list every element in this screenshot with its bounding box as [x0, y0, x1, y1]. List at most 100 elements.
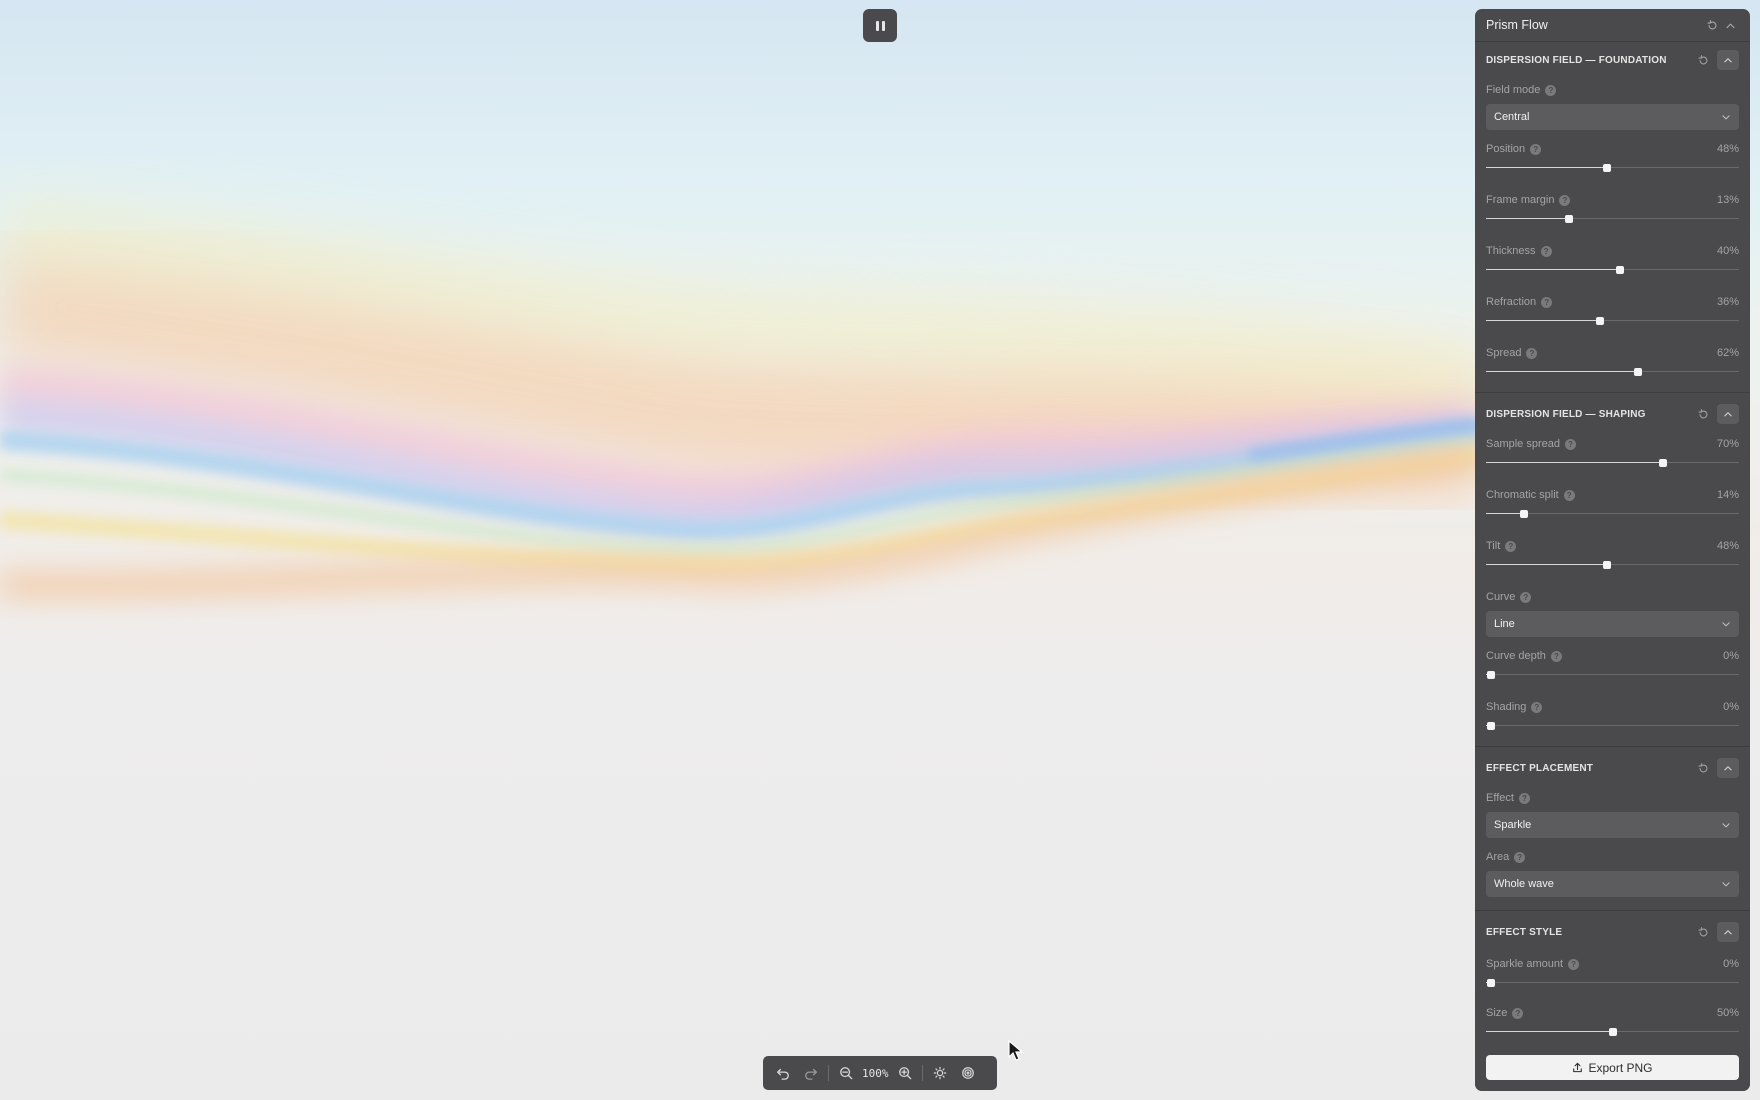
chevron-down-icon	[1722, 622, 1730, 627]
sparkle-amount-slider[interactable]	[1486, 975, 1739, 991]
redo-button[interactable]	[797, 1059, 825, 1087]
slider-thumb[interactable]	[1565, 215, 1574, 223]
help-icon[interactable]: ?	[1520, 591, 1532, 603]
zoom-level[interactable]: 100%	[860, 1067, 891, 1080]
control-value: 36%	[1716, 296, 1739, 308]
brightness-icon	[933, 1066, 946, 1080]
control-area: Area? Whole wave	[1486, 844, 1739, 910]
section-header: EFFECT STYLE	[1486, 915, 1739, 949]
help-icon[interactable]: ?	[1530, 143, 1542, 155]
upload-icon	[1573, 1062, 1583, 1073]
slider-thumb[interactable]	[1616, 266, 1625, 274]
control-position: Position? 48%	[1486, 136, 1739, 187]
chromatic-split-slider[interactable]	[1486, 506, 1739, 522]
help-icon[interactable]: ?	[1565, 438, 1576, 450]
sample-spread-slider[interactable]	[1486, 455, 1739, 471]
toolbar-divider	[921, 1065, 923, 1081]
control-shading: Shading? 0%	[1486, 694, 1739, 746]
control-value: 40%	[1716, 245, 1739, 257]
slider-thumb[interactable]	[1595, 317, 1604, 325]
size-slider[interactable]	[1486, 1024, 1739, 1040]
spread-slider[interactable]	[1486, 364, 1739, 380]
control-chromatic-split: Chromatic split? 14%	[1486, 482, 1739, 533]
help-icon[interactable]: ?	[1563, 489, 1575, 501]
pause-button[interactable]	[863, 9, 897, 42]
mouse-cursor-icon	[1008, 1040, 1024, 1061]
toolbar-divider	[828, 1065, 829, 1081]
help-icon[interactable]: ?	[1550, 650, 1562, 662]
section-title: DISPERSION FIELD — FOUNDATION	[1486, 54, 1667, 66]
control-label: Frame margin	[1486, 194, 1555, 206]
section-reset-button[interactable]	[1693, 758, 1713, 778]
control-curve-depth: Curve depth? 0%	[1486, 643, 1739, 694]
slider-thumb[interactable]	[1603, 561, 1612, 569]
section-reset-button[interactable]	[1693, 404, 1713, 424]
slider-thumb[interactable]	[1633, 368, 1642, 376]
help-icon[interactable]: ?	[1531, 701, 1543, 713]
section-effect-style: EFFECT STYLE Sparkle amount? 0% Size? 50%	[1475, 915, 1750, 1045]
help-icon[interactable]: ?	[1514, 851, 1526, 863]
brightness-button[interactable]	[926, 1059, 954, 1087]
curve-depth-slider[interactable]	[1486, 667, 1739, 683]
refraction-slider[interactable]	[1486, 313, 1739, 329]
area-select[interactable]: Whole wave	[1486, 871, 1739, 897]
help-icon[interactable]: ?	[1526, 347, 1538, 359]
section-title: EFFECT PLACEMENT	[1486, 762, 1594, 774]
help-icon[interactable]: ?	[1505, 540, 1517, 552]
slider-thumb[interactable]	[1487, 722, 1496, 730]
slider-thumb[interactable]	[1608, 1028, 1617, 1036]
tilt-slider[interactable]	[1486, 557, 1739, 573]
panel-body[interactable]: DISPERSION FIELD — FOUNDATION Field mode…	[1475, 43, 1750, 1045]
section-collapse-button[interactable]	[1717, 50, 1739, 70]
zoom-in-icon	[898, 1067, 911, 1080]
section-reset-button[interactable]	[1693, 50, 1713, 70]
help-icon[interactable]: ?	[1541, 296, 1553, 308]
help-icon[interactable]: ?	[1540, 245, 1552, 257]
curve-select[interactable]: Line	[1486, 611, 1739, 637]
chevron-down-icon	[1722, 882, 1730, 887]
help-icon[interactable]: ?	[1512, 1007, 1524, 1019]
help-icon[interactable]: ?	[1568, 958, 1580, 970]
control-label: Refraction	[1486, 296, 1537, 308]
undo-button[interactable]	[769, 1059, 797, 1087]
slider-thumb[interactable]	[1487, 979, 1496, 987]
control-curve: Curve? Line	[1486, 584, 1739, 643]
control-value: 14%	[1716, 489, 1739, 501]
section-collapse-button[interactable]	[1717, 758, 1739, 778]
control-label: Curve depth	[1486, 650, 1546, 662]
slider-thumb[interactable]	[1519, 510, 1528, 518]
panel-reset-button[interactable]	[1703, 16, 1721, 34]
position-slider[interactable]	[1486, 160, 1739, 176]
slider-thumb[interactable]	[1487, 671, 1496, 679]
control-size: Size? 50%	[1486, 1000, 1739, 1045]
chevron-up-icon	[1726, 23, 1734, 28]
export-png-button[interactable]: Export PNG	[1486, 1055, 1739, 1080]
section-reset-button[interactable]	[1693, 922, 1713, 942]
control-field-mode: Field mode? Central	[1486, 77, 1739, 136]
shading-slider[interactable]	[1486, 718, 1739, 734]
slider-thumb[interactable]	[1659, 459, 1668, 467]
target-icon	[961, 1067, 974, 1079]
help-icon[interactable]: ?	[1559, 194, 1571, 206]
control-label: Area	[1486, 851, 1510, 863]
control-frame-margin: Frame margin? 13%	[1486, 187, 1739, 238]
panel-collapse-button[interactable]	[1721, 16, 1739, 34]
slider-thumb[interactable]	[1603, 164, 1612, 172]
zoom-in-button[interactable]	[891, 1059, 919, 1087]
target-button[interactable]	[954, 1059, 982, 1087]
help-icon[interactable]: ?	[1545, 84, 1557, 96]
control-value: 0%	[1723, 958, 1739, 970]
field-mode-select[interactable]: Central	[1486, 104, 1739, 130]
thickness-slider[interactable]	[1486, 262, 1739, 278]
control-label: Thickness	[1486, 245, 1536, 257]
frame-margin-slider[interactable]	[1486, 211, 1739, 227]
control-label: Position	[1486, 143, 1526, 155]
effect-select[interactable]: Sparkle	[1486, 812, 1739, 838]
section-collapse-button[interactable]	[1717, 922, 1739, 942]
chevron-up-icon	[1724, 766, 1732, 771]
control-refraction: Refraction? 36%	[1486, 289, 1739, 340]
help-icon[interactable]: ?	[1518, 792, 1530, 804]
settings-panel: Prism Flow DISPERSION FIELD — FOUNDATION…	[1475, 9, 1750, 1091]
zoom-out-button[interactable]	[832, 1059, 860, 1087]
section-collapse-button[interactable]	[1717, 404, 1739, 424]
